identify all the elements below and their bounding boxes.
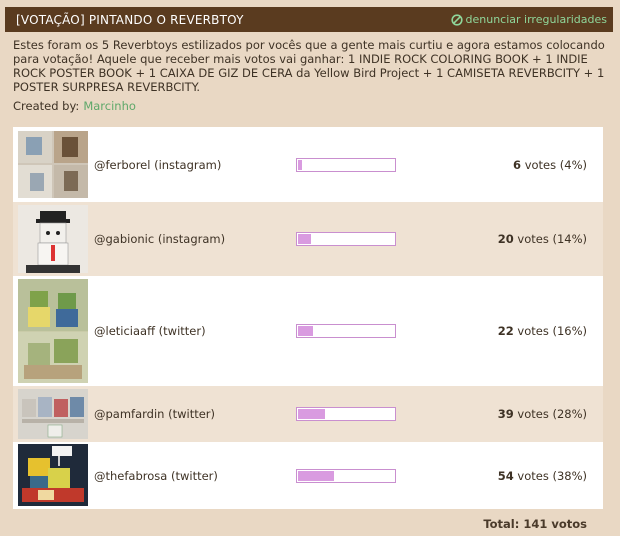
vote-bar <box>296 157 396 172</box>
option-name: @gabionic (instagram) <box>94 232 226 246</box>
poll-option-row[interactable]: @leticiaaff (twitter) 22 votes (16%) <box>13 276 603 386</box>
poll-description: Estes foram os 5 Reverbtoys estilizados … <box>13 38 605 94</box>
report-link-label: denunciar irregularidades <box>465 13 608 26</box>
created-by: Created by: Marcinho <box>13 99 136 113</box>
vote-count: 20 votes (14%) <box>498 232 587 246</box>
vote-bar <box>296 407 396 421</box>
poll-option-row[interactable]: @ferborel (instagram) 6 votes (4%) <box>13 127 603 202</box>
vote-percent: votes (4%) <box>521 157 587 172</box>
vote-count: 54 votes (38%) <box>498 469 587 483</box>
vote-percent: votes (28%) <box>513 407 587 421</box>
vote-number: 54 <box>497 468 514 483</box>
vote-bar <box>296 468 396 483</box>
vote-bar-fill <box>298 326 313 336</box>
poll-title: [VOTAÇÃO] PINTANDO O REVERBTOY <box>16 12 244 27</box>
option-thumbnail <box>18 389 88 439</box>
option-thumbnail <box>18 444 88 506</box>
vote-number: 20 <box>497 232 514 246</box>
report-link[interactable]: denunciar irregularidades <box>450 13 608 26</box>
vote-bar <box>296 232 396 246</box>
option-name: @pamfardin (twitter) <box>94 407 216 421</box>
created-by-label: Created by: <box>13 99 80 113</box>
vote-number: 22 <box>497 324 514 338</box>
poll-header: [VOTAÇÃO] PINTANDO O REVERBTOY denunciar… <box>5 7 613 32</box>
option-thumbnail <box>18 131 88 198</box>
poll-widget: [VOTAÇÃO] PINTANDO O REVERBTOY denunciar… <box>0 0 620 536</box>
author-link[interactable]: Marcinho <box>83 99 136 113</box>
vote-bar-fill <box>298 159 302 170</box>
vote-percent: votes (14%) <box>513 232 587 246</box>
vote-bar-fill <box>298 470 334 481</box>
poll-option-row[interactable]: @thefabrosa (twitter) 54 votes (38%) <box>13 442 603 509</box>
poll-total: Total: 141 votos <box>483 517 587 531</box>
vote-percent: votes (16%) <box>513 324 587 338</box>
vote-bar <box>296 324 396 338</box>
vote-number: 6 <box>513 157 522 172</box>
option-name: @thefabrosa (twitter) <box>94 468 218 483</box>
poll-option-row[interactable]: @pamfardin (twitter) 39 votes (28%) <box>13 386 603 442</box>
vote-count: 39 votes (28%) <box>498 407 587 421</box>
vote-bar-fill <box>298 409 325 419</box>
poll-option-row[interactable]: @gabionic (instagram) 20 votes (14%) <box>13 202 603 276</box>
vote-percent: votes (38%) <box>513 468 587 483</box>
option-name: @ferborel (instagram) <box>94 157 222 172</box>
option-thumbnail <box>18 279 88 383</box>
vote-count: 22 votes (16%) <box>498 324 587 338</box>
option-name: @leticiaaff (twitter) <box>94 324 206 338</box>
poll-options: @ferborel (instagram) 6 votes (4%) @gabi… <box>13 127 603 509</box>
option-thumbnail <box>18 205 88 273</box>
vote-count: 6 votes (4%) <box>513 158 587 172</box>
forbidden-icon <box>450 13 463 26</box>
vote-number: 39 <box>497 407 514 421</box>
vote-bar-fill <box>298 234 311 244</box>
